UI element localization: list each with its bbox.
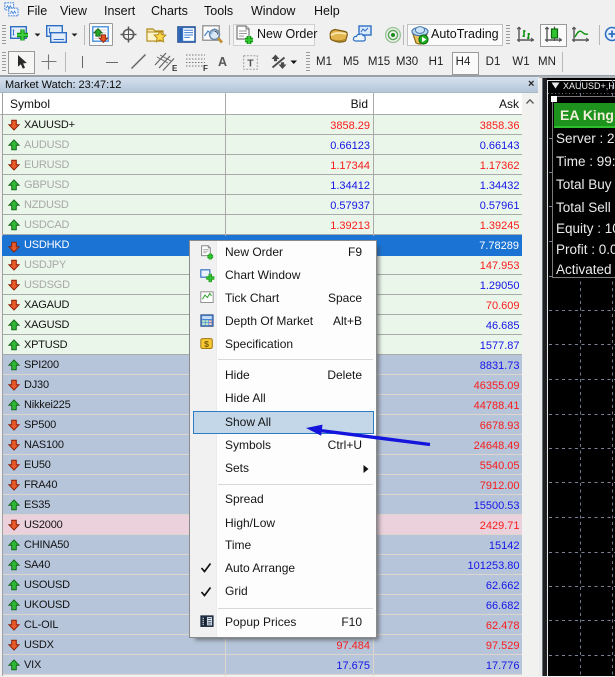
svg-text:T: T	[247, 58, 254, 70]
svg-text:$: $	[204, 339, 209, 349]
